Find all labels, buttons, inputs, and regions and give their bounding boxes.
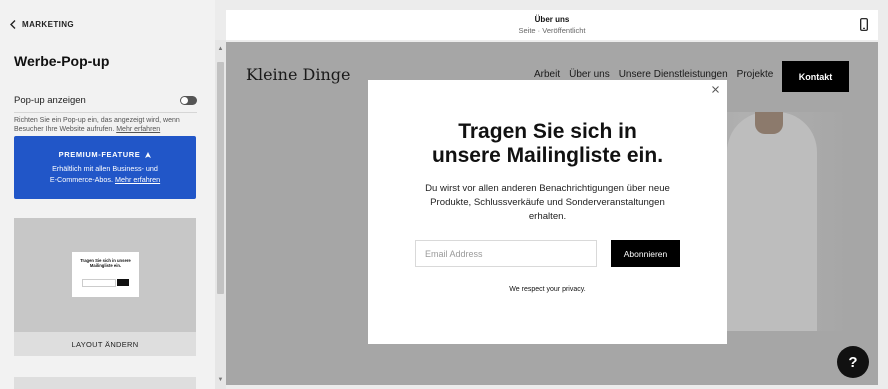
back-button[interactable]: MARKETING <box>10 17 74 31</box>
preview-scrollbar[interactable] <box>878 40 888 389</box>
popup-body-line2: Produkte, Schlussverkäufe und Sondervera… <box>430 197 665 208</box>
premium-body-line2-row: E-Commerce-Abos. Mehr erfahren <box>14 174 196 185</box>
popup-body: Du wirst vor allen anderen Benachrichtig… <box>413 182 682 224</box>
thumbnail-field <box>82 279 116 287</box>
site-nav: Arbeit Über uns Unsere Dienstleistungen … <box>534 69 773 80</box>
scroll-down-icon[interactable]: ▼ <box>217 377 224 384</box>
layout-thumbnail[interactable]: Tragen Sie sich in unsere Mailingliste e… <box>14 218 196 332</box>
nav-item-projekte[interactable]: Projekte <box>737 69 774 80</box>
nav-item-ueber-uns[interactable]: Über uns <box>569 69 610 80</box>
divider <box>14 112 197 113</box>
site-logo[interactable]: Kleine Dinge <box>246 65 350 84</box>
subscribe-button[interactable]: Abonnieren <box>611 240 680 267</box>
premium-body-line2: E-Commerce-Abos. <box>49 175 113 184</box>
settings-panel: MARKETING Werbe-Pop-up Pop-up anzeigen R… <box>0 0 215 389</box>
popup-body-line1: Du wirst vor allen anderen Benachrichtig… <box>425 183 670 194</box>
premium-learn-more-link[interactable]: Mehr erfahren <box>115 175 160 184</box>
next-section[interactable] <box>14 377 196 389</box>
scroll-up-icon[interactable]: ▲ <box>217 46 224 53</box>
popup-title-line2: unsere Mailingliste ein. <box>431 144 664 167</box>
premium-body-line1: Erhältlich mit allen Business- und <box>52 164 158 173</box>
premium-title-row: PREMIUM-FEATURE <box>14 150 196 159</box>
arrow-up-icon <box>145 151 152 158</box>
back-label: MARKETING <box>22 19 75 29</box>
show-popup-row: Pop-up anzeigen <box>14 93 197 107</box>
photo-hair <box>755 112 783 134</box>
toggle-label: Pop-up anzeigen <box>14 94 86 106</box>
popup-description: Richten Sie ein Pop-up ein, das angezeig… <box>14 116 199 134</box>
preview-header: Über uns Seite · Veröffentlicht <box>226 10 878 40</box>
toggle-knob <box>181 96 188 104</box>
popup-title: Tragen Sie sich in unsere Mailingliste e… <box>368 120 727 168</box>
popup-title-line1: Tragen Sie sich in <box>458 120 637 143</box>
privacy-note: We respect your privacy. <box>509 286 586 293</box>
scrollbar-thumb[interactable] <box>217 62 224 294</box>
thumbnail-title-line2: Mailingliste ein. <box>89 263 122 268</box>
premium-feature-banner: PREMIUM-FEATURE Erhältlich mit allen Bus… <box>14 136 196 199</box>
nav-item-arbeit[interactable]: Arbeit <box>534 69 560 80</box>
thumbnail-popup: Tragen Sie sich in unsere Mailingliste e… <box>72 252 139 297</box>
site-preview: Kleine Dinge Arbeit Über uns Unsere Dien… <box>226 42 878 385</box>
chevron-left-icon <box>10 19 16 29</box>
popup-body-line3: erhalten. <box>528 211 567 222</box>
premium-title: PREMIUM-FEATURE <box>58 150 141 159</box>
thumbnail-title: Tragen Sie sich in unsere Mailingliste e… <box>72 258 139 268</box>
nav-item-dienstleistungen[interactable]: Unsere Dienstleistungen <box>619 69 728 80</box>
show-popup-toggle[interactable] <box>180 95 197 105</box>
change-layout-button[interactable]: LAYOUT ÄNDERN <box>14 332 196 356</box>
help-button[interactable]: ? <box>837 346 869 378</box>
learn-more-link[interactable]: Mehr erfahren <box>116 126 160 133</box>
email-input[interactable]: Email Address <box>415 240 597 267</box>
page-title: Über uns <box>534 15 570 24</box>
newsletter-popup: Tragen Sie sich in unsere Mailingliste e… <box>368 80 727 344</box>
contact-button[interactable]: Kontakt <box>782 61 849 92</box>
photo-shirt <box>727 112 817 331</box>
thumbnail-button <box>117 279 129 286</box>
mobile-icon[interactable] <box>860 18 868 31</box>
panel-title: Werbe-Pop-up <box>14 53 110 69</box>
page-status: Seite · Veröffentlicht <box>518 26 586 35</box>
panel-scrollbar[interactable]: ▲ ▼ <box>215 40 226 389</box>
close-icon[interactable] <box>712 86 719 93</box>
